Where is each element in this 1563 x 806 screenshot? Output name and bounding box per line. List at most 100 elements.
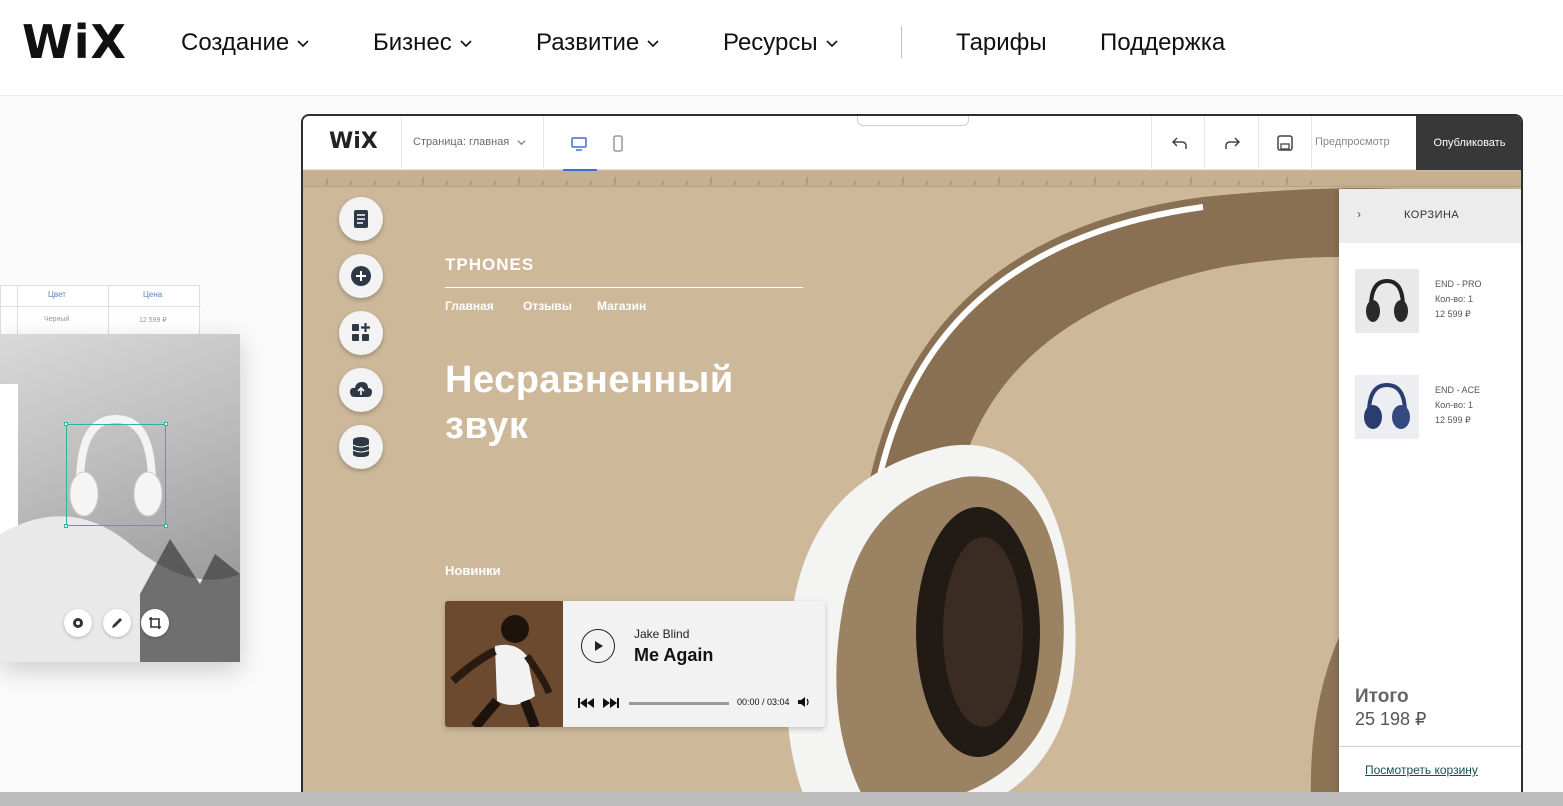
table-divider xyxy=(17,286,18,336)
collapse-toolbar-handle[interactable] xyxy=(857,116,969,126)
next-track-icon[interactable] xyxy=(602,697,620,709)
nav-growth[interactable]: Развитие xyxy=(536,26,659,60)
table-header-color: Цвет xyxy=(48,290,66,299)
resize-handle[interactable] xyxy=(64,422,68,426)
hero-heading[interactable]: Несравненный звук xyxy=(445,357,775,449)
product-thumbnail xyxy=(1355,375,1419,439)
nav-resources-label: Ресурсы xyxy=(723,29,818,56)
toolbar-separator xyxy=(543,116,544,170)
toolbar-separator xyxy=(1311,116,1312,170)
undo-icon[interactable] xyxy=(1167,130,1193,156)
nav-business-label: Бизнес xyxy=(373,29,452,56)
cart-item-info: END - PRO Кол-во: 1 12 599 ₽ xyxy=(1435,277,1482,322)
chevron-down-icon xyxy=(297,40,309,48)
table-header-price: Цена xyxy=(143,290,163,299)
cart-item-info: END - ACE Кол-во: 1 12 599 ₽ xyxy=(1435,383,1480,428)
play-icon xyxy=(595,641,603,651)
product-price: 12 599 ₽ xyxy=(1435,309,1471,319)
nav-resources[interactable]: Ресурсы xyxy=(723,26,838,60)
wix-editor-frame: WiX Страница: главная Предпросмотр Опубл… xyxy=(301,114,1523,806)
upload-icon[interactable] xyxy=(339,368,383,412)
nav-create-label: Создание xyxy=(181,29,290,56)
table-divider xyxy=(1,306,201,307)
view-cart-link[interactable]: Посмотреть корзину xyxy=(1365,763,1478,777)
horizontal-ruler[interactable] xyxy=(303,171,1521,187)
cart-item[interactable]: END - ACE Кол-во: 1 12 599 ₽ xyxy=(1355,375,1520,439)
table-divider xyxy=(108,286,109,336)
chevron-down-icon xyxy=(517,139,526,145)
cart-total-value: 25 198 ₽ xyxy=(1355,709,1427,729)
cart-title: КОРЗИНА xyxy=(1404,209,1460,221)
product-name: END - ACE xyxy=(1435,385,1481,395)
mobile-icon[interactable] xyxy=(603,130,633,158)
album-cover xyxy=(445,601,563,727)
toolbar-separator xyxy=(1204,116,1205,170)
product-name: END - PRO xyxy=(1435,279,1482,289)
previous-track-icon[interactable] xyxy=(577,697,595,709)
wix-logo[interactable]: WiX xyxy=(22,18,127,66)
section-label: Новинки xyxy=(445,563,501,578)
page-selector-label: Страница: главная xyxy=(413,136,510,148)
nav-pricing-label: Тарифы xyxy=(956,29,1047,56)
artist-name: Jake Blind xyxy=(634,627,690,641)
site-brand[interactable]: TPHONES xyxy=(445,255,534,275)
hero-line-2: звук xyxy=(445,405,529,447)
crop-icon[interactable] xyxy=(141,609,169,637)
page-selector[interactable]: Страница: главная xyxy=(413,136,526,148)
cart-total-label: Итого xyxy=(1355,686,1409,707)
site-link-home[interactable]: Главная xyxy=(445,299,494,313)
nav-support[interactable]: Поддержка xyxy=(1100,26,1225,60)
cart-divider xyxy=(1339,746,1521,747)
cart-header: › КОРЗИНА xyxy=(1339,189,1521,243)
site-link-reviews[interactable]: Отзывы xyxy=(523,299,572,313)
ruler-ticks xyxy=(326,177,1312,185)
cart-item[interactable]: END - PRO Кол-во: 1 12 599 ₽ xyxy=(1355,269,1520,333)
editor-logo: WiX xyxy=(329,129,378,154)
resize-handle[interactable] xyxy=(164,422,168,426)
nav-create[interactable]: Создание xyxy=(181,26,309,60)
time-display: 00:00 / 03:04 xyxy=(737,697,790,707)
mini-product-table: Цвет Цена Черный 12 599 ₽ xyxy=(0,285,201,336)
desktop-icon[interactable] xyxy=(563,130,597,172)
nav-divider xyxy=(901,26,902,58)
track-title: Me Again xyxy=(634,645,714,665)
apps-icon[interactable] xyxy=(339,311,383,355)
gear-icon[interactable] xyxy=(64,609,92,637)
image-editor-card xyxy=(0,334,240,662)
redo-icon[interactable] xyxy=(1219,130,1245,156)
save-icon[interactable] xyxy=(1272,130,1298,156)
publish-button[interactable]: Опубликовать xyxy=(1416,116,1521,170)
pen-icon[interactable] xyxy=(103,609,131,637)
chevron-right-icon[interactable]: › xyxy=(1357,207,1361,221)
resize-handle[interactable] xyxy=(164,524,168,528)
toolbar-separator xyxy=(1151,116,1152,170)
play-button[interactable] xyxy=(581,629,615,663)
page-bottom-bar xyxy=(0,792,1563,806)
nav-pricing[interactable]: Тарифы xyxy=(956,26,1047,60)
nav-growth-label: Развитие xyxy=(536,29,640,56)
chevron-down-icon xyxy=(460,40,472,48)
top-navigation: WiX Создание Бизнес Развитие Ресурсы Тар… xyxy=(0,0,1563,96)
brand-underline xyxy=(445,287,803,288)
nav-business[interactable]: Бизнес xyxy=(373,26,472,60)
selection-box[interactable] xyxy=(64,422,168,528)
chevron-down-icon xyxy=(647,40,659,48)
chevron-down-icon xyxy=(826,40,838,48)
cart-panel: › КОРЗИНА END - PRO Кол-во: 1 12 599 ₽ E… xyxy=(1339,189,1521,804)
volume-icon[interactable] xyxy=(797,696,811,708)
hero-line-1: Несравненный xyxy=(445,359,734,401)
progress-bar[interactable] xyxy=(629,702,729,705)
music-player[interactable]: Jake Blind Me Again 00:00 / 03:04 xyxy=(445,601,825,727)
table-cell-price: 12 599 ₽ xyxy=(139,317,167,324)
table-cell-color: Черный xyxy=(44,316,70,323)
product-qty: Кол-во: 1 xyxy=(1435,400,1473,410)
site-link-shop[interactable]: Магазин xyxy=(597,299,646,313)
nav-support-label: Поддержка xyxy=(1100,29,1226,56)
add-icon[interactable] xyxy=(339,254,383,298)
resize-handle[interactable] xyxy=(64,524,68,528)
pages-icon[interactable] xyxy=(339,197,383,241)
preview-button[interactable]: Предпросмотр xyxy=(1315,136,1390,148)
database-icon[interactable] xyxy=(339,425,383,469)
toolbar-separator xyxy=(1258,116,1259,170)
product-thumbnail xyxy=(1355,269,1419,333)
